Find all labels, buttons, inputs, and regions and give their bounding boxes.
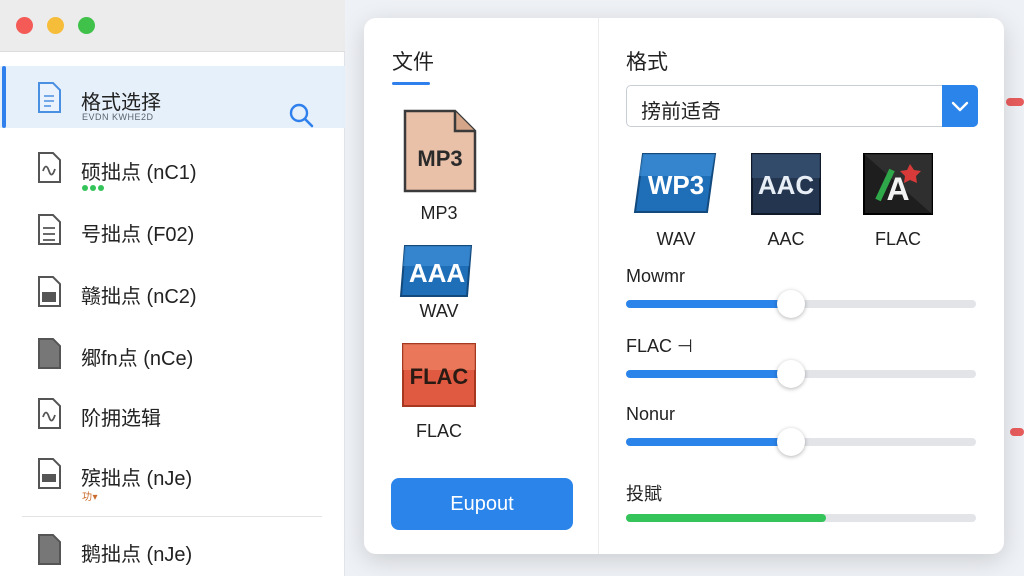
sidebar-item[interactable]: 鹅拙点 (nJe): [0, 518, 345, 576]
archive-file-icon: [38, 276, 61, 307]
audio-file-icon: [38, 152, 61, 183]
sidebar-item-format-select[interactable]: 格式选择 EVDN KWHE2D: [0, 66, 345, 128]
sidebar-item-label: 郷fn点 (nCe): [81, 348, 194, 370]
zoom-window-button[interactable]: [78, 17, 95, 34]
file-tile-label: FLAC: [415, 421, 462, 441]
file-tile-mp3[interactable]: MP3 MP3: [394, 108, 484, 224]
slider-label: FLAC ⊣: [626, 336, 693, 356]
tab-files[interactable]: 文件: [392, 46, 434, 76]
sidebar-item[interactable]: 殡拙点 (nJe) 功▾: [0, 442, 345, 504]
slider-quality[interactable]: [626, 290, 976, 318]
sidebar-item[interactable]: 阶拥选辑: [0, 382, 345, 444]
wav-file-icon: AAA: [399, 245, 473, 297]
format-tile-flac[interactable]: A FLAC: [848, 150, 948, 250]
minimize-window-button[interactable]: [47, 17, 64, 34]
wav-format-icon: WP3: [633, 153, 717, 213]
slider-label: Mowmr: [626, 266, 685, 286]
format-select[interactable]: 搒前适奇: [626, 85, 978, 127]
slider-fill: [626, 370, 791, 378]
sidebar-item-label: 殡拙点 (nJe): [81, 468, 193, 490]
flac-icon-text: FLAC: [410, 364, 469, 389]
chevron-down-icon[interactable]: [942, 85, 978, 127]
format-select-value: 搒前适奇: [641, 101, 721, 123]
slider-fill: [626, 438, 791, 446]
format-tile-aac[interactable]: AAC AAC: [736, 150, 836, 250]
progress-bar: [626, 514, 976, 522]
tab-underline: [392, 82, 430, 85]
file-tile-label: MP3: [420, 203, 458, 223]
sidebar-item-sublabel: EVDN KWHE2D: [82, 112, 154, 122]
flac-format-icon: A: [863, 153, 933, 215]
file-icon: [38, 338, 61, 369]
waveform-file-icon: [38, 398, 61, 429]
document-icon: [38, 82, 61, 113]
status-dots: [82, 178, 106, 196]
export-dialog: 文件 MP3 MP3 AAA WAV FLAC FLAC Eupout 格式 搒…: [364, 18, 1004, 554]
mp3-icon-text: MP3: [417, 146, 462, 171]
slider-label: 投賦: [626, 484, 662, 504]
slider-flac[interactable]: [626, 360, 976, 388]
sidebar-item[interactable]: 郷fn点 (nCe): [0, 322, 345, 384]
sidebar-item[interactable]: 赣拙点 (nC2): [0, 260, 345, 322]
file-tile-flac[interactable]: FLAC FLAC: [394, 340, 484, 442]
sidebar-item-label: 鹅拙点 (nJe): [81, 544, 193, 566]
format-title: 格式: [626, 51, 668, 74]
archive-file-icon: [38, 458, 61, 489]
column-divider: [598, 18, 599, 554]
list-file-icon: [38, 214, 61, 245]
sidebar-item-label: 格式选择: [81, 92, 161, 114]
slider-normalize[interactable]: [626, 428, 976, 456]
format-tile-label: AAC: [767, 229, 805, 249]
sidebar-item-label: 号拙点 (F02): [81, 224, 195, 246]
aac-format-icon: AAC: [751, 153, 821, 215]
wav-icon-text: AAA: [409, 258, 466, 288]
close-window-button[interactable]: [16, 17, 33, 34]
aac-format-icon-text: AAC: [758, 170, 815, 200]
background-strip: [1010, 428, 1024, 436]
file-tile-label: WAV: [419, 301, 459, 321]
format-tile-wav[interactable]: WP3 WAV: [626, 150, 726, 250]
wav-format-icon-text: WP3: [648, 170, 704, 200]
format-tile-label: WAV: [656, 229, 696, 249]
slider-thumb[interactable]: [776, 360, 805, 388]
file-icon: [38, 534, 61, 565]
window-titlebar: [0, 0, 345, 52]
slider-fill: [626, 300, 791, 308]
flac-file-icon: FLAC: [402, 343, 476, 407]
slider-label: Nonur: [626, 404, 676, 424]
background-strip: [1006, 98, 1024, 106]
search-icon[interactable]: [286, 100, 316, 130]
sidebar: 格式选择 EVDN KWHE2D 硕拙点 (nC1) 号拙点 (F02) 赣拙点…: [0, 52, 345, 576]
slider-thumb[interactable]: [776, 290, 805, 318]
sidebar-item-label: 阶拥选辑: [81, 408, 161, 430]
sidebar-item[interactable]: 硕拙点 (nC1): [0, 136, 345, 198]
format-tile-label: FLAC: [874, 229, 921, 249]
sidebar-item-sublabel: 功▾: [82, 492, 99, 503]
progress-fill: [626, 514, 826, 522]
export-button[interactable]: Eupout: [391, 478, 573, 530]
flac-format-icon-text: A: [886, 171, 909, 207]
sidebar-item-label: 赣拙点 (nC2): [81, 286, 197, 308]
mp3-file-icon: MP3: [403, 109, 477, 193]
sidebar-divider: [22, 516, 322, 517]
file-tile-wav[interactable]: AAA WAV: [394, 240, 484, 322]
sidebar-item[interactable]: 号拙点 (F02): [0, 198, 345, 260]
slider-thumb[interactable]: [776, 428, 805, 456]
